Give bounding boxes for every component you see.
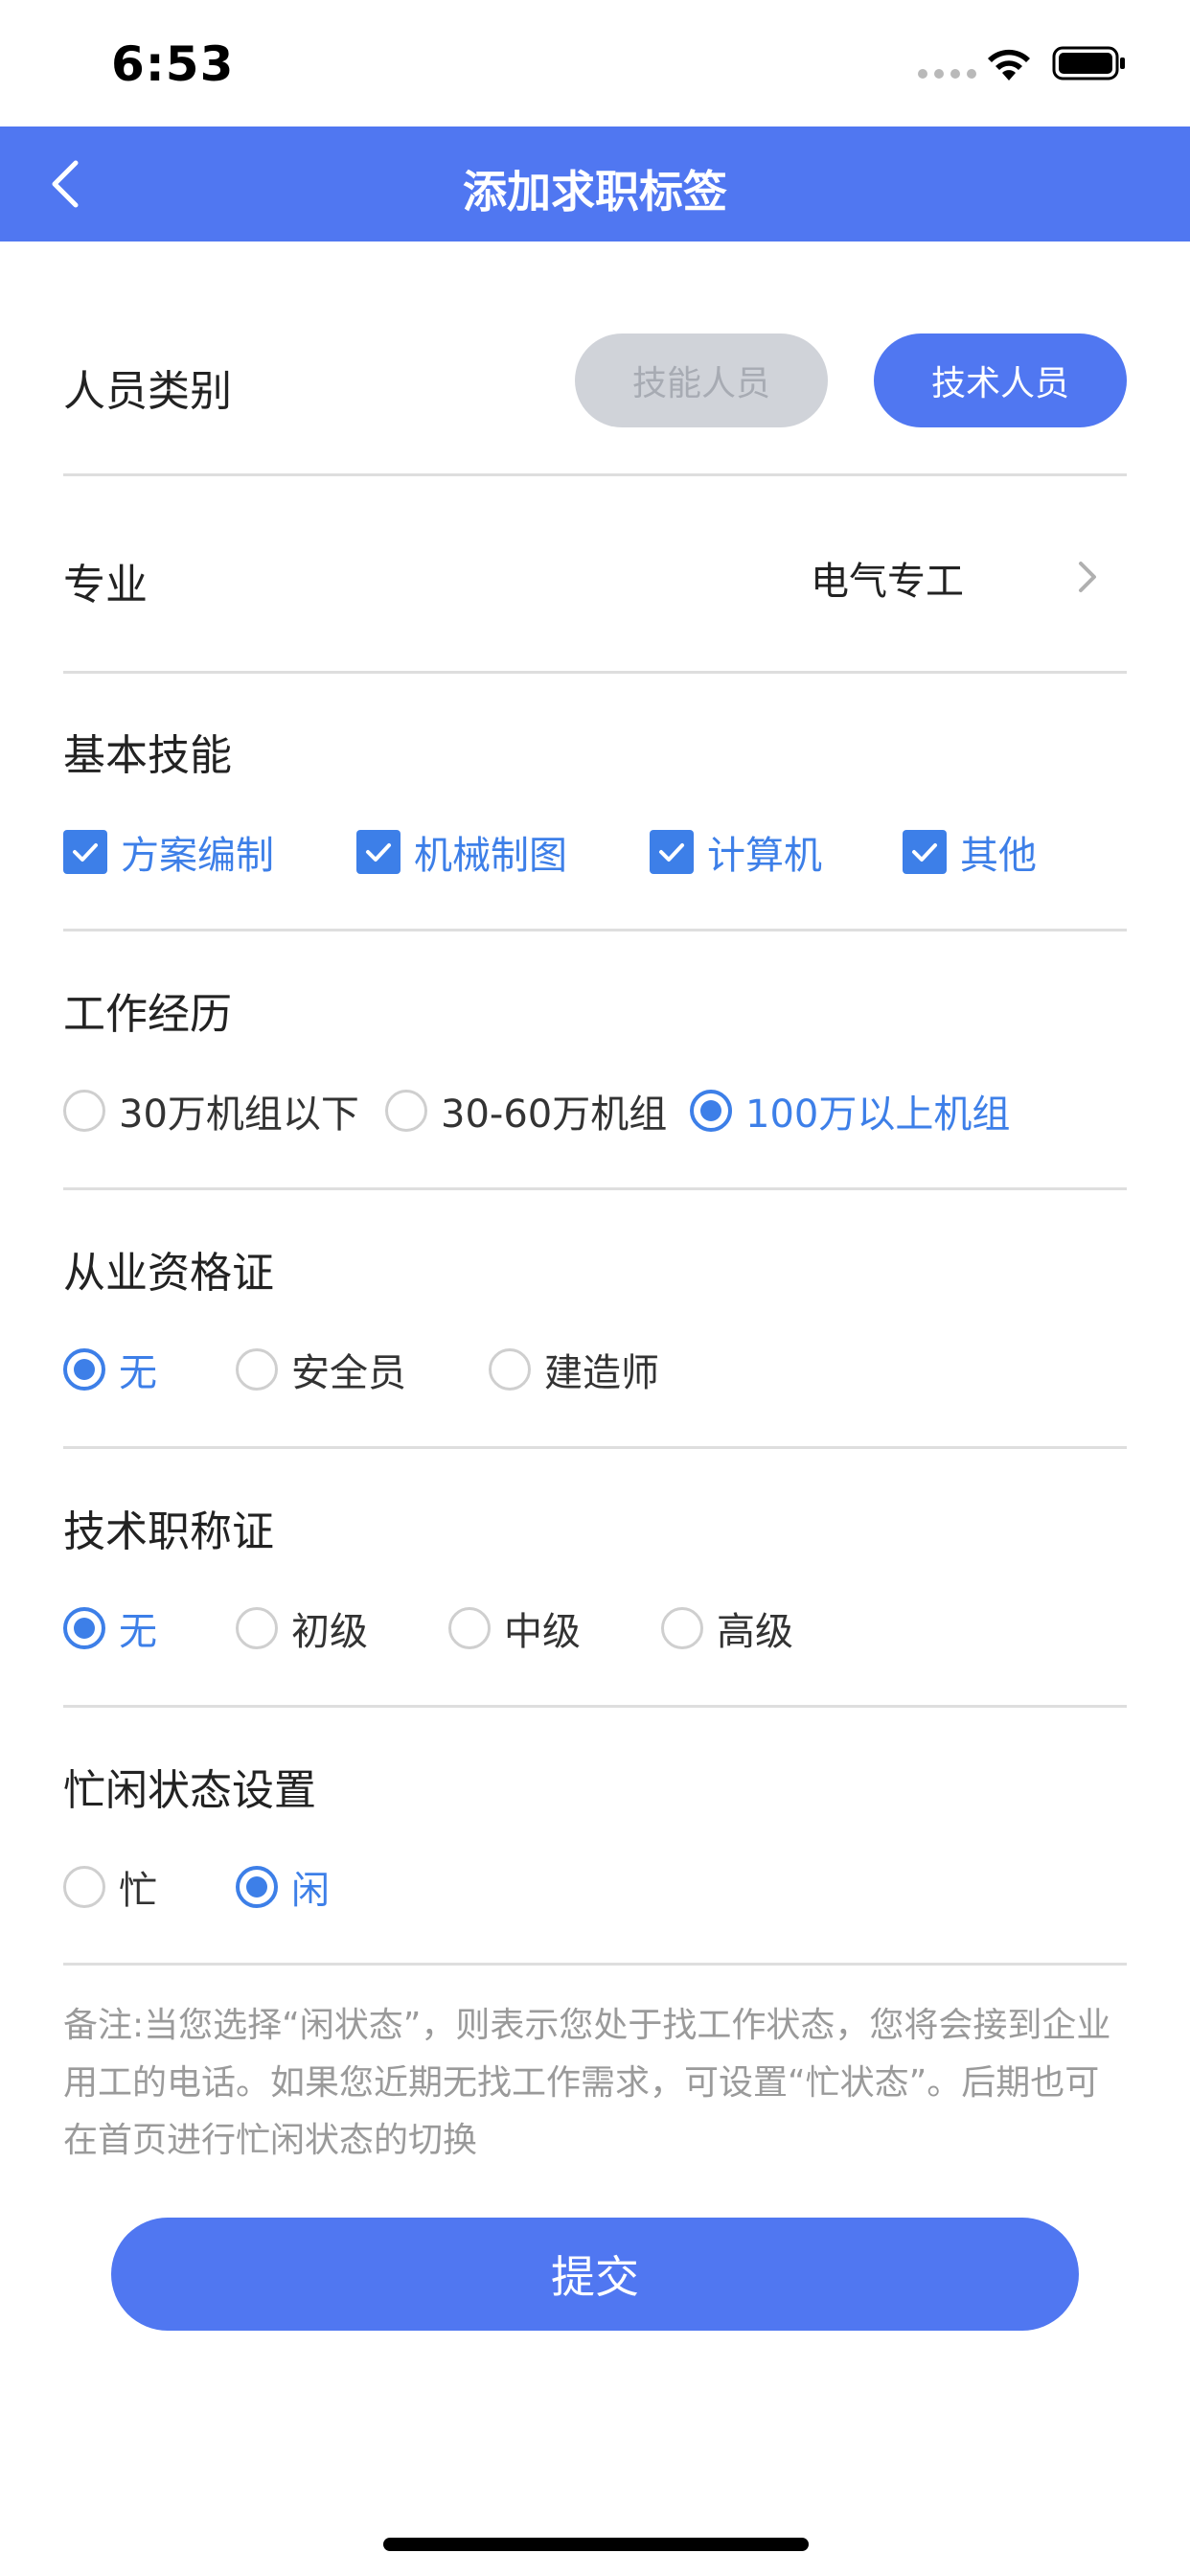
radio-selected-icon xyxy=(63,1348,105,1391)
title-option-label: 中级 xyxy=(504,1610,581,1654)
skill-option[interactable]: 方案编制 xyxy=(63,824,356,880)
skill-option-label: 方案编制 xyxy=(121,834,274,878)
skill-option-label: 计算机 xyxy=(707,834,822,878)
divider xyxy=(63,1446,1127,1449)
qualification-option[interactable]: 无 xyxy=(63,1342,236,1397)
major-value: 电气专工 xyxy=(811,560,964,604)
nav-bar: 添加求职标签 xyxy=(0,126,1190,242)
qualification-section: 从业资格证 无 安全员 建造师 xyxy=(63,1238,1127,1395)
status-bar: 6:53 xyxy=(0,0,1190,126)
qualification-option[interactable]: 建造师 xyxy=(489,1342,659,1397)
wifi-icon xyxy=(988,49,1030,80)
battery-icon xyxy=(1052,46,1125,80)
divider xyxy=(63,1187,1127,1190)
radio-unselected-icon xyxy=(236,1348,278,1391)
availability-section: 忙闲状态设置 忙 闲 xyxy=(63,1756,1127,1913)
chevron-right-icon xyxy=(1079,562,1096,592)
radio-unselected-icon xyxy=(661,1607,703,1649)
skill-option[interactable]: 其他 xyxy=(903,824,1037,880)
home-indicator xyxy=(383,2538,809,2551)
title-option[interactable]: 初级 xyxy=(236,1600,448,1656)
availability-options: 忙 闲 xyxy=(63,1859,330,1915)
radio-selected-icon xyxy=(63,1607,105,1649)
technical-title-section: 技术职称证 无 初级 中级 高级 xyxy=(63,1497,1127,1654)
availability-label: 忙闲状态设置 xyxy=(63,1766,316,1815)
personnel-type-label: 人员类别 xyxy=(63,367,232,416)
checkbox-checked-icon xyxy=(650,830,694,874)
divider xyxy=(63,473,1127,476)
status-time: 6:53 xyxy=(111,36,235,92)
basic-skills-label: 基本技能 xyxy=(63,731,232,780)
work-experience-section: 工作经历 30万机组以下 30-60万机组 100万以上机组 xyxy=(63,979,1127,1137)
radio-unselected-icon xyxy=(385,1090,427,1132)
checkbox-checked-icon xyxy=(63,830,107,874)
title-option[interactable]: 无 xyxy=(63,1600,236,1656)
title-option-label: 无 xyxy=(119,1610,157,1654)
divider xyxy=(63,671,1127,674)
radio-unselected-icon xyxy=(448,1607,491,1649)
experience-option[interactable]: 100万以上机组 xyxy=(690,1083,1010,1138)
title-option-label: 高级 xyxy=(717,1610,793,1654)
experience-option[interactable]: 30-60万机组 xyxy=(385,1083,690,1138)
basic-skills-options: 方案编制 机械制图 计算机 其他 xyxy=(63,824,1037,880)
qualification-option-label: 安全员 xyxy=(291,1351,406,1395)
experience-option-label: 30万机组以下 xyxy=(119,1092,359,1137)
title-option[interactable]: 中级 xyxy=(448,1600,661,1656)
radio-selected-icon xyxy=(690,1090,732,1132)
personnel-option-skilled[interactable]: 技能人员 xyxy=(575,334,828,427)
radio-unselected-icon xyxy=(236,1607,278,1649)
radio-unselected-icon xyxy=(63,1866,105,1908)
checkbox-checked-icon xyxy=(903,830,947,874)
skill-option-label: 其他 xyxy=(960,834,1037,878)
skill-option-label: 机械制图 xyxy=(414,834,567,878)
skill-option[interactable]: 机械制图 xyxy=(356,824,650,880)
divider xyxy=(63,1963,1127,1966)
availability-option-busy[interactable]: 忙 xyxy=(63,1859,236,1915)
work-experience-options: 30万机组以下 30-60万机组 100万以上机组 xyxy=(63,1083,1010,1138)
page-title: 添加求职标签 xyxy=(463,166,727,218)
qualification-option-label: 无 xyxy=(119,1351,157,1395)
experience-option-label: 30-60万机组 xyxy=(441,1092,668,1137)
divider xyxy=(63,1705,1127,1708)
work-experience-label: 工作经历 xyxy=(63,990,232,1039)
major-row[interactable]: 专业 电气专工 xyxy=(63,537,1127,613)
experience-option[interactable]: 30万机组以下 xyxy=(63,1083,385,1138)
note-text: 备注:当您选择“闲状态”，则表示您处于找工作状态，您将会接到企业用工的电话。如果… xyxy=(63,2006,1111,2160)
experience-option-label: 100万以上机组 xyxy=(745,1092,1011,1137)
availability-option-free[interactable]: 闲 xyxy=(236,1859,330,1915)
cellular-signal-icon xyxy=(918,69,976,79)
checkbox-checked-icon xyxy=(356,830,400,874)
radio-unselected-icon xyxy=(489,1348,531,1391)
availability-option-label: 忙 xyxy=(119,1869,157,1913)
radio-selected-icon xyxy=(236,1866,278,1908)
title-option[interactable]: 高级 xyxy=(661,1600,793,1656)
personnel-option-technical[interactable]: 技术人员 xyxy=(874,334,1127,427)
qualification-option-label: 建造师 xyxy=(544,1351,659,1395)
technical-title-label: 技术职称证 xyxy=(63,1507,274,1556)
radio-unselected-icon xyxy=(63,1090,105,1132)
divider xyxy=(63,929,1127,932)
skill-option[interactable]: 计算机 xyxy=(650,824,903,880)
availability-option-label: 闲 xyxy=(291,1869,330,1913)
qualification-options: 无 安全员 建造师 xyxy=(63,1342,659,1397)
personnel-type-row: 人员类别 技能人员 技术人员 xyxy=(63,326,1127,441)
qualification-option[interactable]: 安全员 xyxy=(236,1342,489,1397)
submit-button[interactable]: 提交 xyxy=(111,2218,1079,2331)
basic-skills-section: 基本技能 方案编制 机械制图 计算机 其他 xyxy=(63,721,1127,878)
technical-title-options: 无 初级 中级 高级 xyxy=(63,1600,793,1656)
title-option-label: 初级 xyxy=(291,1610,368,1654)
major-label: 专业 xyxy=(63,561,148,610)
qualification-label: 从业资格证 xyxy=(63,1249,274,1298)
